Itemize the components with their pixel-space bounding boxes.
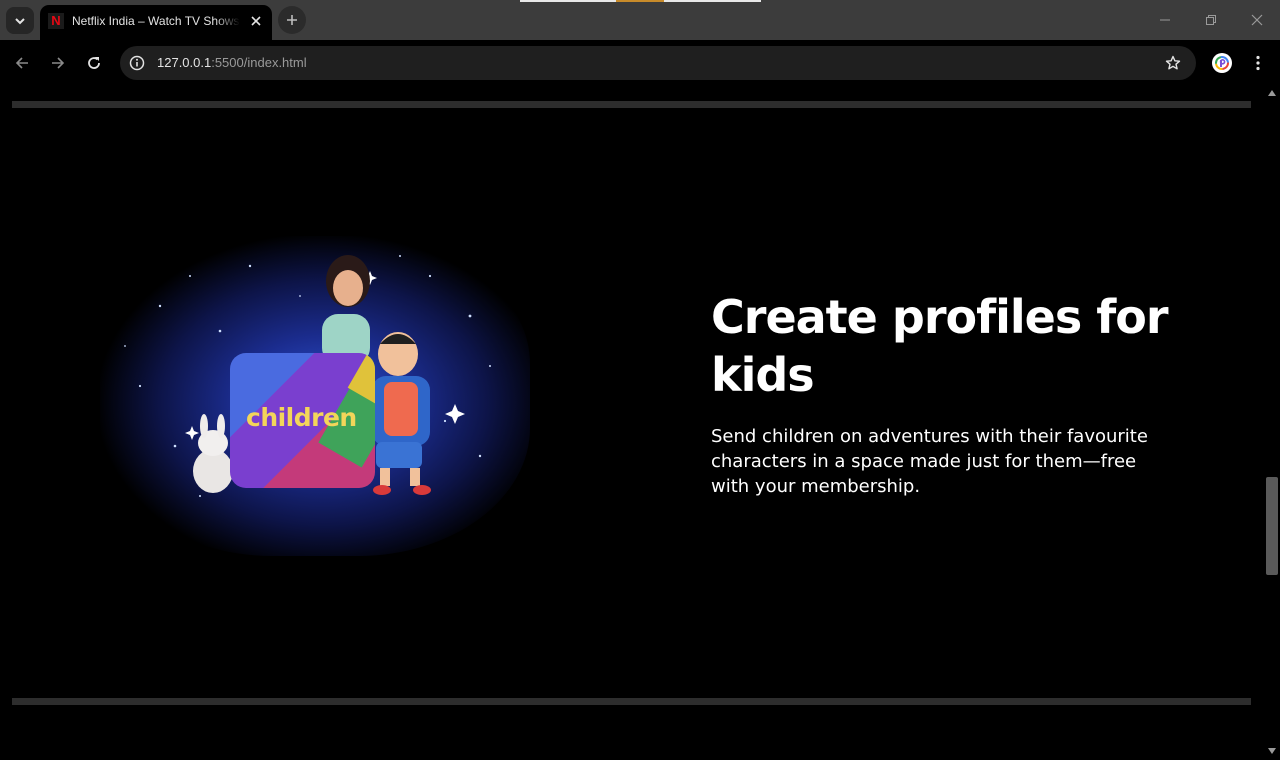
minimize-button[interactable] bbox=[1153, 10, 1177, 30]
netflix-favicon-icon: N bbox=[48, 13, 64, 29]
scroll-up-arrow-icon[interactable] bbox=[1268, 90, 1276, 96]
profile-avatar-button[interactable] bbox=[1212, 53, 1232, 73]
tab-title: Netflix India – Watch TV Shows Online bbox=[72, 14, 240, 28]
restore-icon bbox=[1206, 15, 1216, 25]
children-profile-tile: children bbox=[230, 353, 375, 488]
reload-icon bbox=[88, 57, 100, 69]
tab-strip-highlight-accent bbox=[616, 0, 664, 2]
back-button[interactable] bbox=[10, 51, 34, 75]
forward-arrow-icon bbox=[52, 57, 65, 69]
feature-headline: Create profiles for kids bbox=[711, 290, 1169, 402]
browser-toolbar: 127.0.0.1:5500/index.html bbox=[0, 40, 1280, 86]
more-vertical-icon bbox=[1256, 55, 1260, 71]
children-tile-label: children bbox=[246, 403, 357, 432]
address-host: 127.0.0.1 bbox=[157, 55, 212, 70]
tab-close-button[interactable] bbox=[247, 12, 265, 30]
forward-button[interactable] bbox=[46, 51, 70, 75]
restore-button[interactable] bbox=[1199, 10, 1223, 30]
tab-strip: N Netflix India – Watch TV Shows Online bbox=[0, 0, 1280, 40]
reload-button[interactable] bbox=[82, 51, 106, 75]
page-scrollbar[interactable] bbox=[1264, 86, 1280, 760]
window-close-button[interactable] bbox=[1245, 10, 1269, 30]
minimize-icon bbox=[1160, 19, 1170, 21]
chevron-down-icon bbox=[15, 17, 25, 24]
window-close-icon bbox=[1251, 14, 1263, 26]
browser-tab-active[interactable]: N Netflix India – Watch TV Shows Online bbox=[40, 5, 272, 40]
star-icon bbox=[1165, 55, 1181, 70]
site-info-button[interactable] bbox=[128, 54, 146, 72]
tab-search-button[interactable] bbox=[6, 7, 34, 34]
address-path: :5500/index.html bbox=[211, 55, 307, 70]
bunny-figure bbox=[193, 414, 233, 493]
more-menu-button[interactable] bbox=[1248, 53, 1268, 73]
kids-profile-illustration: children bbox=[100, 236, 530, 556]
feature-description: Send children on adventures with their f… bbox=[711, 426, 1148, 497]
info-icon bbox=[129, 55, 145, 71]
boy-figure bbox=[372, 332, 431, 495]
girl-figure bbox=[322, 255, 370, 364]
plus-icon bbox=[287, 15, 297, 25]
address-url[interactable]: 127.0.0.1:5500/index.html bbox=[157, 55, 307, 70]
page-viewport: children Create profiles for kids Send c… bbox=[0, 86, 1264, 760]
scrollbar-thumb[interactable] bbox=[1266, 477, 1278, 575]
new-tab-button[interactable] bbox=[278, 6, 306, 34]
scroll-down-arrow-icon[interactable] bbox=[1268, 748, 1276, 754]
profile-avatar-icon bbox=[1215, 56, 1229, 70]
section-divider-bottom bbox=[12, 698, 1251, 705]
address-bar[interactable]: 127.0.0.1:5500/index.html bbox=[120, 46, 1196, 80]
back-arrow-icon bbox=[15, 57, 28, 69]
section-divider-top bbox=[12, 101, 1251, 108]
bookmark-button[interactable] bbox=[1164, 54, 1182, 72]
close-icon bbox=[251, 16, 261, 26]
